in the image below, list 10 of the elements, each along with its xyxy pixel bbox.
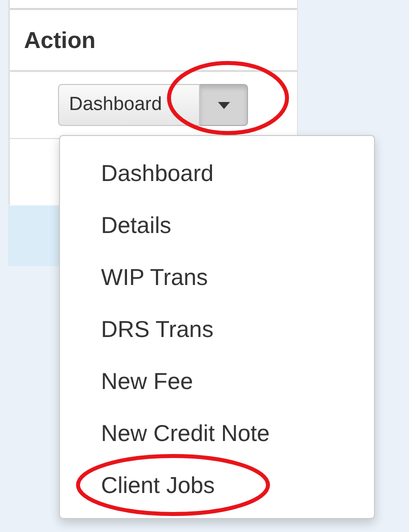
menu-item[interactable]: Details	[101, 212, 172, 238]
menu-item[interactable]: DRS Trans	[101, 316, 214, 342]
menu-item[interactable]: Dashboard	[101, 160, 214, 186]
menu-item[interactable]: WIP Trans	[101, 264, 208, 290]
caret-icon	[218, 102, 230, 108]
menu-item[interactable]: New Fee	[101, 368, 194, 394]
dashboard-button[interactable]: Dashboard	[58, 84, 200, 126]
dropdown-toggle[interactable]	[200, 84, 248, 126]
column-header: Action	[24, 26, 96, 54]
menu-item[interactable]: New Credit Note	[101, 420, 270, 446]
